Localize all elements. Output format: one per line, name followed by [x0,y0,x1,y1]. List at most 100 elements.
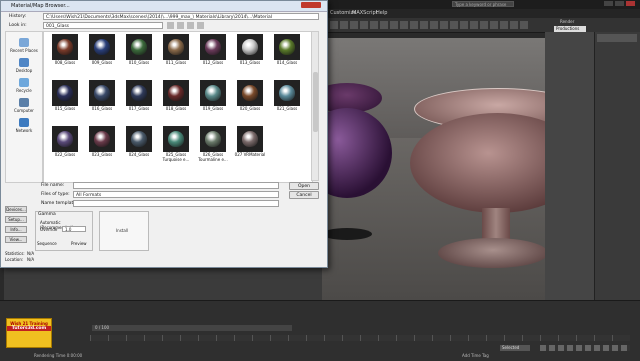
nametemplate-input[interactable] [73,200,279,207]
file-label: 009_Glass [91,60,113,65]
timeline-area: 0 / 100 Rendering Time 0:00:00 Add Time … [0,300,640,361]
file-item[interactable]: 027 VRMaterial [233,126,267,164]
menu-maxscript[interactable]: MAXScript [352,10,378,16]
file-item[interactable]: 016_Glass [85,80,119,118]
close-icon[interactable] [301,2,321,8]
place-recent[interactable]: Recent Places [6,38,42,53]
file-label: 020_Glass [239,106,261,111]
nav-icons[interactable] [167,22,207,29]
place-recycle[interactable]: Recycle [6,78,42,93]
file-label: 012_Glass [202,60,224,65]
glass-preview [131,85,147,101]
command-tabs[interactable] [597,34,637,42]
search-field[interactable]: Type a keyword or phrase [452,1,514,7]
glass-preview [57,131,73,147]
computer-icon [19,98,29,107]
file-label: 021_Glass [276,106,298,111]
file-item[interactable]: 011_Glass [159,34,193,72]
material-thumbnail [89,80,115,106]
location-value: N/A [27,257,35,262]
side-button-0[interactable]: Devices... [5,206,27,213]
location-label: Location: [5,257,24,262]
file-scrollbar[interactable] [311,31,319,181]
place-label: Recycle [16,88,32,93]
toolbar-icons[interactable] [330,21,530,29]
render-label: Render [560,19,575,24]
window-controls[interactable] [604,1,638,7]
file-item[interactable]: 017_Glass [122,80,156,118]
override-radio[interactable]: Override [40,227,57,232]
override-input[interactable]: 1.0 [62,226,86,232]
file-item[interactable]: 022_Glass [48,126,82,164]
file-label: 024_Glass [128,152,150,157]
sequence-checkbox[interactable]: Sequence [37,241,57,246]
preview-checkbox[interactable]: Preview [71,241,87,246]
history-dropdown[interactable]: C:\Users\Wish21\Documents\3dsMax\scenes\… [43,13,319,20]
search-placeholder: Type a keyword or phrase [455,2,507,7]
place-network[interactable]: Network [6,118,42,133]
material-thumbnail [163,80,189,106]
glass-preview [168,85,184,101]
material-thumbnail [237,126,263,152]
glass-preview [242,39,258,55]
playback-controls[interactable] [540,345,630,351]
file-item[interactable]: 020_Glass [233,80,267,118]
glass-preview [94,85,110,101]
lookin-dropdown[interactable]: 001_Glass [43,22,163,29]
file-label: 008_Glass [54,60,76,65]
file-item[interactable]: 018_Glass [159,80,193,118]
file-item[interactable]: 010_Glass [122,34,156,72]
file-item[interactable]: 021_Glass [270,80,304,118]
time-slider[interactable]: 0 / 100 [92,325,292,331]
file-item[interactable]: 014_Glass [270,34,304,72]
material-thumbnail [237,34,263,60]
glass-preview [168,39,184,55]
place-computer[interactable]: Computer [6,98,42,113]
file-item[interactable]: 008_Glass [48,34,82,72]
file-item[interactable]: 023_Glass [85,126,119,164]
file-label: 022_Glass [54,152,76,157]
side-button-3[interactable]: View... [5,236,27,243]
material-thumbnail [200,126,226,152]
glass-preview [279,85,295,101]
open-button[interactable]: Open [289,182,319,190]
cancel-button[interactable]: Cancel [289,191,319,199]
add-time-tag[interactable]: Add Time Tag [462,353,489,358]
file-grid: 008_Glass 009_Glass 010_Glass 011_Glass 012_… [43,31,313,183]
selection-dropdown[interactable]: Selected [500,345,530,351]
glass-preview [205,39,221,55]
file-item[interactable]: 013_Glass [233,34,267,72]
filetype-dropdown[interactable]: All Formats [73,191,279,198]
file-label: 010_Glass [128,60,150,65]
file-item[interactable]: 026_Glass Tourmaline e... [196,126,230,164]
dialog-title-bar[interactable]: Material/Map Browser... [1,1,327,12]
file-label: 019_Glass [202,106,224,111]
file-item[interactable]: 024_Glass [122,126,156,164]
pink-glass-foot [438,238,548,268]
material-thumbnail [237,80,263,106]
file-item[interactable]: 012_Glass [196,34,230,72]
file-item[interactable]: 009_Glass [85,34,119,72]
file-label: 013_Glass [239,60,261,65]
scroll-thumb[interactable] [313,72,318,132]
glass-preview [242,131,258,147]
material-thumbnail [52,80,78,106]
preview-text: Install [116,228,129,233]
command-panel[interactable] [594,32,640,300]
place-desktop[interactable]: Desktop [6,58,42,73]
file-item[interactable]: 025_Glass Turquoise e... [159,126,193,164]
material-thumbnail [126,126,152,152]
statistics-value: N/A [27,251,35,256]
file-dialog: Material/Map Browser... History: C:\User… [0,0,328,268]
material-thumbnail [274,80,300,106]
file-item[interactable]: 019_Glass [196,80,230,118]
filename-input[interactable] [73,182,279,189]
track-bar[interactable] [90,335,630,341]
menu-help[interactable]: Help [376,10,387,16]
file-label: 023_Glass [91,152,113,157]
file-label: 011_Glass [165,60,187,65]
side-button-1[interactable]: Setup... [5,216,27,223]
file-item[interactable]: 015_Glass [48,80,82,118]
side-button-2[interactable]: Info... [5,226,27,233]
material-thumbnail [163,126,189,152]
